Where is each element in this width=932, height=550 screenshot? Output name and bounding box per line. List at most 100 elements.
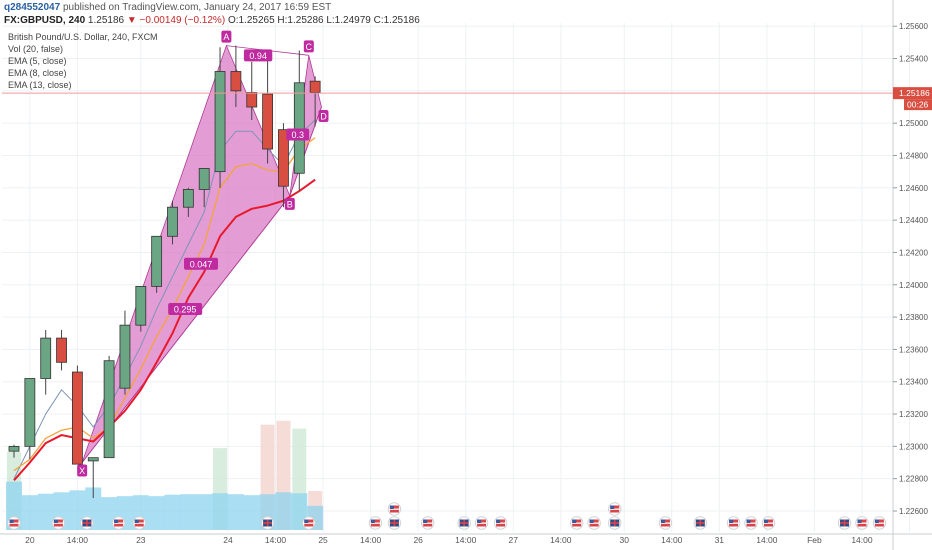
x-tick-label: 30 (619, 535, 629, 545)
volume-bar (196, 494, 213, 530)
us-flag-canton (370, 519, 375, 523)
symbol-label[interactable]: FX:GBPUSD, 240 (4, 15, 85, 26)
volume-legend[interactable]: Vol (20, false) (8, 44, 63, 54)
candle-body (87, 457, 99, 462)
volume-bar (212, 493, 229, 530)
ema8-legend[interactable]: EMA (8, close) (8, 68, 67, 78)
point-label-x: X (79, 466, 85, 476)
us-flag-canton (763, 519, 768, 523)
us-flag-canton (660, 519, 665, 523)
volume-bar (227, 494, 244, 530)
x-tick-label: 26 (413, 535, 423, 545)
harmonic-pattern[interactable] (81, 44, 322, 463)
uk-flag-cross (266, 519, 269, 527)
y-tick-label: 1.23200 (899, 410, 928, 419)
y-tick-label: 1.23000 (899, 442, 928, 451)
y-tick-label: 1.23800 (899, 313, 928, 322)
x-tick-label: 14:00 (756, 535, 778, 545)
candle-body (72, 371, 83, 465)
candle-body (103, 360, 115, 459)
uk-flag-cross (613, 519, 616, 527)
author-link[interactable]: q284552047 (4, 2, 60, 13)
ema5-legend[interactable]: EMA (5, close) (8, 56, 67, 66)
volume-bar (148, 496, 165, 530)
ohlc-values: O:1.25265 H:1.25286 L:1.24979 C:1.25186 (227, 15, 420, 26)
countdown-tag: 00:26 (907, 100, 929, 110)
ratio-label: 0.047 (190, 259, 213, 269)
us-flag-canton (389, 505, 394, 509)
point-label-a: A (223, 32, 229, 42)
us-flag-canton (477, 519, 482, 523)
y-tick-label: 1.25600 (899, 22, 928, 31)
us-flag-canton (114, 519, 119, 523)
us-flag-canton (304, 519, 309, 523)
candle-body (309, 80, 321, 93)
y-tick-label: 1.23400 (899, 378, 928, 387)
symbol-line: FX:GBPUSD, 240 1.25186 ▼ −0.00149 (−0.12… (4, 15, 420, 26)
y-tick-label: 1.24200 (899, 248, 928, 257)
candle-body (56, 337, 67, 363)
us-flag-canton (610, 505, 615, 509)
x-tick-label: 25 (318, 535, 328, 545)
y-tick-label: 1.22600 (899, 507, 928, 516)
uk-flag-cross (463, 519, 465, 527)
candle-body (293, 82, 305, 174)
us-flag-canton (857, 519, 862, 523)
point-label-c: C (306, 42, 313, 52)
us-flag-canton (874, 519, 879, 523)
grid-lines (0, 0, 932, 550)
volume-bar (37, 493, 54, 530)
candle-body (182, 189, 194, 208)
volume-bar (21, 495, 38, 530)
x-tick-label: Feb (807, 535, 822, 545)
last-price-tag: 1.25186 (899, 88, 930, 98)
price-change: ▼ −0.00149 (−0.12%) (126, 15, 226, 26)
candle-body (230, 71, 242, 92)
us-flag-canton (589, 519, 594, 523)
x-tick-label: 14:00 (851, 535, 873, 545)
uk-flag-cross (699, 519, 702, 527)
uk-flag-cross (86, 519, 88, 527)
y-tick-label: 1.25400 (899, 55, 928, 64)
ema13-legend[interactable]: EMA (13, close) (8, 80, 72, 90)
us-flag-canton (729, 519, 734, 523)
x-tick-label: 14:00 (360, 535, 382, 545)
candle-body (151, 235, 163, 287)
y-tick-label: 1.24400 (899, 216, 928, 225)
price-chart[interactable]: XABCD0.940.0470.2950.3 1.226001.228001.2… (0, 0, 932, 550)
candle-body (40, 337, 52, 379)
volume-bar (275, 492, 292, 530)
uk-flag-cross (843, 519, 846, 527)
last-price: 1.25186 (87, 15, 125, 26)
y-tick-label: 1.24000 (899, 281, 928, 290)
point-label-d: D (320, 112, 327, 122)
ratio-label: 0.94 (249, 51, 267, 61)
us-flag-canton (496, 519, 501, 523)
us-flag-canton (53, 519, 58, 523)
uk-flag-cross (393, 519, 396, 527)
x-tick-label: 20 (25, 535, 35, 545)
time-axis[interactable]: 20 14:00 23 24 14:00 25 14:00 26 14:00 27 14:00 30 1… (25, 535, 873, 545)
us-flag-canton (423, 519, 428, 523)
y-tick-label: 1.25000 (899, 119, 928, 128)
y-tick-label: 1.23600 (899, 345, 928, 354)
candle-body (214, 71, 226, 173)
candle-body (24, 378, 36, 447)
publish-line: q284552047 published on TradingView.com,… (4, 2, 331, 13)
y-tick-label: 1.24600 (899, 184, 928, 193)
x-tick-label: 27 (509, 535, 519, 545)
volume-bar (180, 494, 197, 530)
publish-info: published on TradingView.com, January 24… (62, 2, 332, 13)
candle-body (198, 168, 210, 190)
series-legend[interactable]: British Pound/U.S. Dollar, 240, FXCM (8, 32, 158, 42)
ratio-label: 0.3 (291, 130, 304, 140)
us-flag-canton (572, 519, 577, 523)
candle-body (135, 285, 147, 326)
price-axis[interactable]: 1.22600 1.22800 1.23000 1.23200 1.23400 1.236… (893, 22, 932, 516)
candle-body (8, 445, 20, 452)
candlesticks[interactable] (2, 45, 893, 499)
y-tick-label: 1.24800 (899, 152, 928, 161)
x-tick-label: 14:00 (550, 535, 572, 545)
candle-body (119, 324, 131, 389)
x-tick-label: 14:00 (455, 535, 477, 545)
